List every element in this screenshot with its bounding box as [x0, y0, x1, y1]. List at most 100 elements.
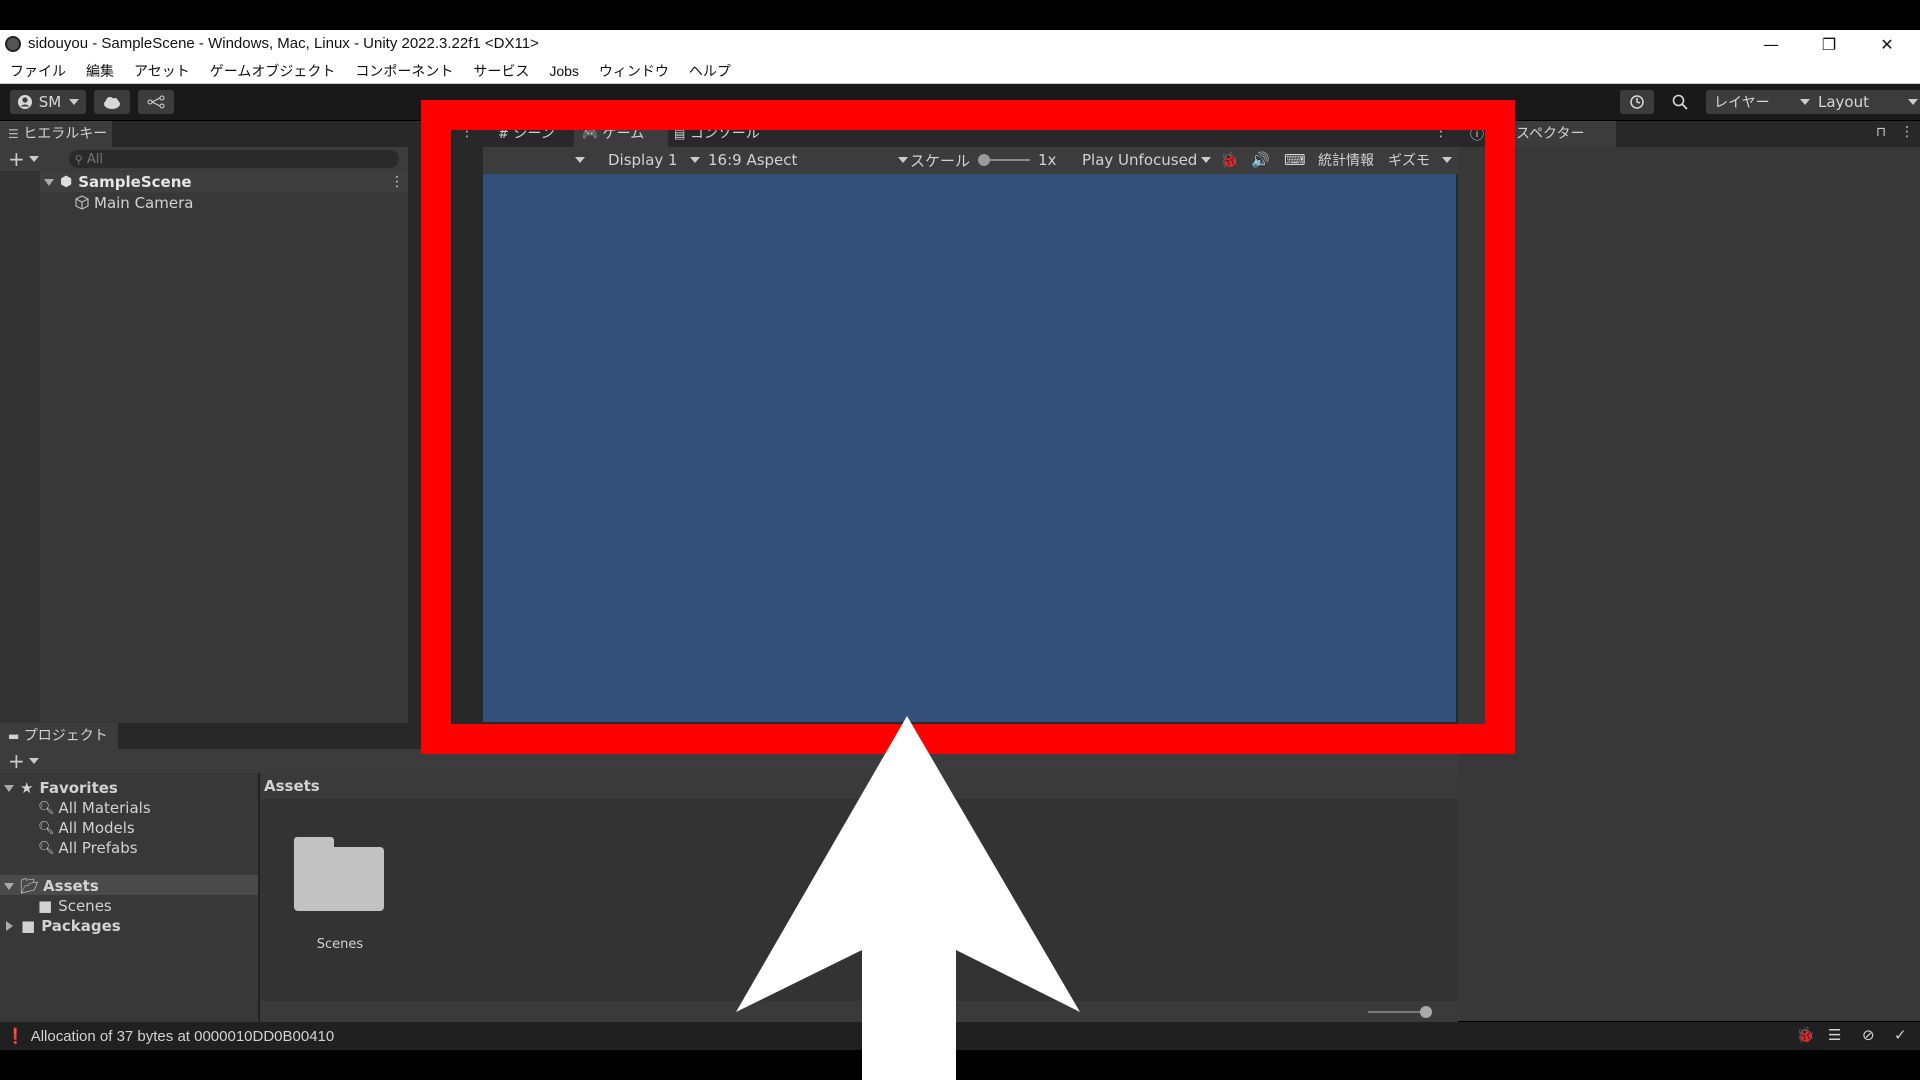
- more-options-icon[interactable]: ⋮: [1900, 124, 1914, 140]
- chevron-down-icon: [1800, 99, 1810, 105]
- cloud-button[interactable]: [94, 90, 130, 114]
- favorite-label: All Models: [58, 819, 135, 837]
- tab-project[interactable]: ▬ プロジェクト: [0, 723, 118, 749]
- add-icon[interactable]: +: [8, 749, 25, 773]
- menu-component[interactable]: コンポーネント: [345, 58, 463, 84]
- menu-edit[interactable]: 編集: [76, 58, 124, 84]
- collapse-icon[interactable]: [6, 921, 13, 931]
- search-icon: 🔍︎: [38, 840, 55, 856]
- speaker-icon: 🔊: [1251, 151, 1270, 169]
- layout-dropdown[interactable]: Layout: [1810, 90, 1920, 114]
- menu-gameobject[interactable]: ゲームオブジェクト: [200, 58, 346, 84]
- chevron-down-icon: [69, 99, 80, 105]
- pointer-arrow-icon: [736, 716, 1080, 1080]
- bug-icon: 🐞: [1220, 151, 1239, 169]
- chevron-down-icon[interactable]: [28, 156, 39, 162]
- gameobject-cube-icon: [75, 195, 89, 210]
- menu-assets[interactable]: アセット: [124, 58, 200, 84]
- object-name: Main Camera: [94, 194, 194, 212]
- chevron-down-icon: [1442, 157, 1452, 163]
- tab-console[interactable]: ▤ コンソール: [666, 121, 774, 147]
- menu-help[interactable]: ヘルプ: [679, 58, 741, 84]
- gizmos-label: ギズモ: [1388, 153, 1430, 169]
- hierarchy-panel: ☰ ヒエラルキー + ⚲ All ⬢ SampleScene ⋮ Main Ca…: [0, 121, 408, 723]
- check-icon[interactable]: ✓: [1894, 1026, 1907, 1044]
- inspector-tabbar: ⓘ スペクター ⊓ ⋮: [1458, 121, 1920, 147]
- more-options-icon[interactable]: ⋮: [460, 124, 474, 140]
- search-placeholder: All: [86, 151, 103, 167]
- layers-label: レイヤー: [1714, 95, 1770, 111]
- icon-size-slider-thumb[interactable]: [1420, 1006, 1432, 1018]
- hierarchy-search-input[interactable]: ⚲ All: [68, 150, 399, 168]
- debug-mode-icon[interactable]: 🐞: [1796, 1026, 1815, 1044]
- search-button[interactable]: [1664, 90, 1696, 114]
- menu-window[interactable]: ウィンドウ: [589, 58, 679, 84]
- more-options-icon[interactable]: ⋮: [390, 174, 404, 190]
- network-icon[interactable]: ⊘: [1862, 1026, 1875, 1044]
- history-icon: [1630, 95, 1644, 109]
- icon-size-slider[interactable]: [1368, 1011, 1424, 1013]
- breadcrumb-item[interactable]: Assets: [264, 777, 320, 795]
- undo-history-button[interactable]: [1620, 90, 1654, 114]
- game-mode-dropdown[interactable]: [575, 149, 585, 171]
- favorite-item[interactable]: 🔍︎ All Prefabs: [38, 839, 138, 857]
- minimize-button[interactable]: —: [1742, 30, 1800, 58]
- account-button[interactable]: SM: [10, 90, 86, 114]
- search-icon: ⚲: [74, 152, 83, 166]
- window-title-bar: sidouyou - SampleScene - Windows, Mac, L…: [0, 30, 1920, 58]
- scale-slider-thumb[interactable]: [978, 154, 991, 166]
- assets-row[interactable]: 📂︎ Assets: [4, 877, 99, 895]
- favorites-row[interactable]: ★ Favorites: [4, 779, 118, 797]
- packages-label: Packages: [41, 917, 121, 935]
- layers-dropdown[interactable]: レイヤー: [1706, 90, 1818, 114]
- assets-label: Assets: [43, 877, 99, 895]
- stats-button[interactable]: 統計情報: [1318, 149, 1374, 171]
- expand-icon[interactable]: [4, 784, 14, 792]
- gizmos-button[interactable]: ギズモ: [1388, 149, 1452, 171]
- favorite-item[interactable]: 🔍︎ All Materials: [38, 799, 151, 817]
- more-options-icon[interactable]: ⋮: [1434, 726, 1448, 742]
- display-label: Display 1: [608, 151, 678, 169]
- folder-item[interactable]: ■ Scenes: [38, 897, 112, 915]
- close-button[interactable]: ✕: [1858, 30, 1916, 58]
- mute-toggle[interactable]: 🔊: [1251, 149, 1270, 171]
- version-control-button[interactable]: [138, 90, 174, 114]
- play-focus-dropdown[interactable]: Play Unfocused: [1082, 149, 1212, 171]
- chevron-down-icon: [689, 157, 700, 163]
- lock-icon[interactable]: ⊓: [1410, 727, 1420, 742]
- add-icon[interactable]: +: [8, 147, 25, 171]
- packages-row[interactable]: ■ Packages: [6, 917, 121, 935]
- hierarchy-item[interactable]: Main Camera: [74, 193, 193, 213]
- menu-services[interactable]: サービス: [463, 58, 539, 84]
- tab-game[interactable]: 🎮 ゲーム: [574, 121, 668, 147]
- menu-file[interactable]: ファイル: [0, 58, 76, 84]
- keyboard-toggle[interactable]: ⌨: [1284, 149, 1306, 171]
- lock-icon[interactable]: ⊓: [438, 125, 449, 141]
- scene-row[interactable]: ⬢ SampleScene ⋮: [40, 172, 408, 192]
- folder-icon: ■: [38, 897, 53, 915]
- cloud-icon: [104, 97, 120, 109]
- scale-slider[interactable]: [978, 154, 1031, 166]
- favorite-label: All Prefabs: [58, 839, 138, 857]
- aspect-dropdown[interactable]: 16:9 Aspect: [708, 149, 908, 171]
- tab-scene[interactable]: # シーン: [490, 121, 580, 147]
- favorites-label: Favorites: [39, 779, 118, 797]
- debug-toggle[interactable]: 🐞: [1220, 149, 1239, 171]
- stats-label: 統計情報: [1318, 153, 1374, 169]
- favorite-item[interactable]: 🔍︎ All Models: [38, 819, 135, 837]
- menu-jobs[interactable]: Jobs: [539, 58, 589, 84]
- display-dropdown[interactable]: Display 1: [608, 149, 700, 171]
- restore-button[interactable]: ❐: [1800, 30, 1858, 58]
- status-message[interactable]: Allocation of 37 bytes at 0000010DD0B004…: [31, 1028, 335, 1045]
- more-options-icon[interactable]: ⋮: [1434, 124, 1448, 140]
- tab-inspector[interactable]: スペクター: [1508, 121, 1616, 147]
- lock-icon[interactable]: ⊓: [1876, 125, 1886, 140]
- expand-icon[interactable]: [44, 178, 54, 186]
- hierarchy-tabbar: ☰ ヒエラルキー: [0, 121, 408, 147]
- game-viewport[interactable]: [483, 174, 1456, 722]
- chevron-down-icon[interactable]: [28, 758, 39, 764]
- tab-hierarchy[interactable]: ☰ ヒエラルキー: [0, 121, 112, 147]
- cache-server-icon[interactable]: ☰: [1828, 1026, 1841, 1044]
- folder-icon: ■: [21, 917, 36, 935]
- expand-icon[interactable]: [4, 882, 14, 890]
